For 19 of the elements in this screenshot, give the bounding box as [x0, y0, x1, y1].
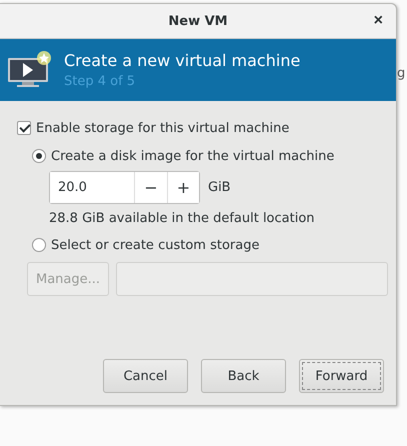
availability-text: 28.8 GiB available in the default location: [49, 211, 316, 226]
close-button[interactable]: ×: [370, 12, 386, 30]
unit-label: GiB: [208, 180, 231, 195]
dialog-button[interactable]: Cancel: [103, 359, 188, 393]
dialog-button[interactable]: Forward: [299, 359, 384, 393]
size-spinner[interactable]: 20.0 − +: [49, 171, 200, 204]
increment-button[interactable]: +: [166, 172, 199, 203]
radio-button[interactable]: [32, 149, 46, 163]
radio-button[interactable]: [32, 238, 46, 252]
header-title: Create a new virtual machine: [64, 51, 300, 70]
radio-label: Select or create custom storage: [51, 238, 260, 252]
step-label: Step 4 of 5: [64, 74, 136, 89]
checkbox-label: Enable storage for this virtual machine: [36, 120, 290, 136]
background-text: g: [397, 66, 406, 81]
dialog-button[interactable]: Back: [201, 359, 286, 393]
checkbox[interactable]: [17, 121, 31, 135]
monitor-star-icon: [6, 50, 52, 90]
radio-label: Create a disk image for the virtual machine: [51, 148, 334, 164]
window-title: New VM: [168, 14, 228, 28]
